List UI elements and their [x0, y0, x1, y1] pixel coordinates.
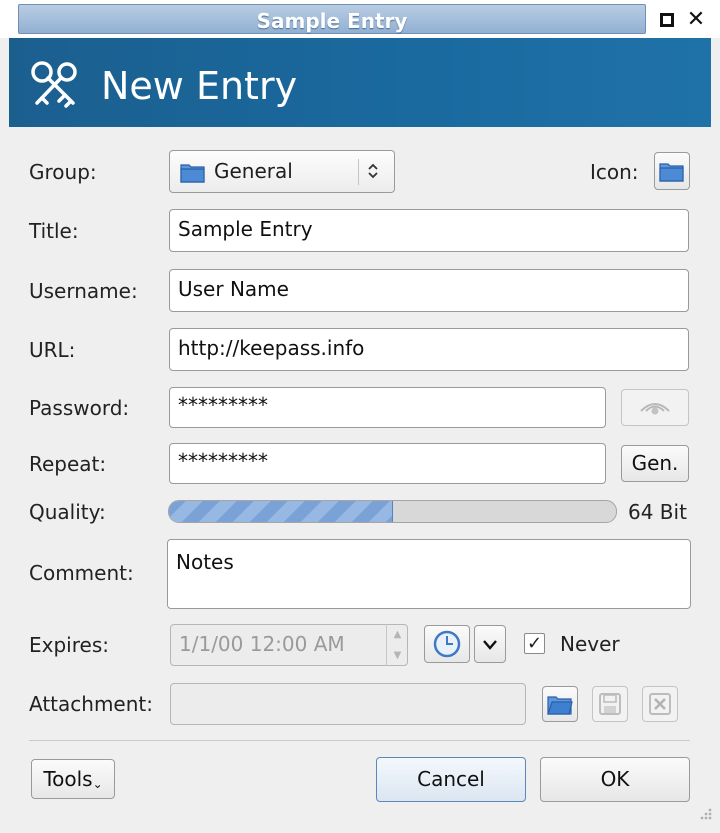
comment-label: Comment:	[29, 561, 134, 585]
chevron-down-icon	[483, 640, 497, 650]
clock-icon	[433, 630, 461, 658]
never-label: Never	[560, 632, 620, 656]
expiry-dropdown-button[interactable]	[474, 625, 506, 663]
save-icon	[599, 693, 621, 715]
delete-attachment-button[interactable]	[642, 686, 678, 722]
repeat-label: Repeat:	[29, 452, 107, 476]
password-field[interactable]: *********	[169, 387, 606, 428]
spin-up-icon[interactable]: ▲	[387, 624, 408, 645]
open-attachment-button[interactable]	[542, 686, 578, 722]
title-label: Title:	[29, 219, 79, 243]
maximize-button[interactable]	[657, 10, 677, 30]
folder-icon	[180, 164, 205, 183]
generate-password-button[interactable]: Gen.	[621, 445, 689, 482]
header-banner: New Entry	[9, 38, 711, 127]
window-title: Sample Entry	[256, 9, 408, 33]
header-title: New Entry	[101, 64, 298, 108]
title-field[interactable]: Sample Entry	[169, 209, 689, 252]
chevron-down-icon: ⌄	[92, 777, 103, 791]
group-label: Group:	[29, 160, 97, 184]
quality-bar-fill	[169, 501, 393, 522]
maximize-icon	[660, 13, 674, 27]
repeat-password-field[interactable]: *********	[169, 443, 606, 484]
comment-field[interactable]: Notes	[167, 539, 691, 609]
expiry-presets-button[interactable]	[424, 625, 470, 663]
group-value: General	[214, 159, 293, 183]
footer-separator	[29, 740, 690, 741]
username-field[interactable]: User Name	[169, 269, 689, 312]
folder-icon	[659, 163, 684, 182]
spin-down-icon[interactable]: ▼	[387, 645, 408, 666]
quality-bits: 64 Bit	[628, 500, 687, 524]
quality-label: Quality:	[29, 500, 106, 524]
attachment-label: Attachment:	[29, 692, 153, 716]
entry-dialog: Sample Entry ✕ New Entry Group: General	[0, 0, 720, 833]
username-label: Username:	[29, 279, 138, 303]
updown-arrow-icon	[368, 163, 378, 179]
tools-menu-button[interactable]: Tools⌄	[31, 759, 115, 799]
close-button[interactable]: ✕	[686, 7, 706, 32]
open-folder-icon	[547, 696, 573, 715]
checkmark-icon: ✓	[526, 633, 543, 654]
resize-grip-icon[interactable]	[694, 806, 714, 826]
close-icon: ✕	[686, 7, 706, 32]
url-field[interactable]: http://keepass.info	[169, 328, 689, 371]
url-label: URL:	[29, 338, 76, 362]
combo-separator	[358, 159, 359, 185]
icon-label: Icon:	[590, 160, 639, 184]
expires-field[interactable]: 1/1/00 12:00 AM	[170, 624, 408, 666]
attachment-field[interactable]	[170, 683, 526, 725]
title-bar-strip[interactable]: Sample Entry	[18, 4, 646, 34]
keys-icon	[31, 61, 77, 108]
password-label: Password:	[29, 396, 130, 420]
show-password-button[interactable]	[621, 389, 689, 426]
delete-icon	[649, 693, 671, 715]
quality-bar	[168, 500, 617, 523]
ok-button[interactable]: OK	[540, 757, 690, 802]
title-bar[interactable]: Sample Entry ✕	[0, 0, 720, 38]
never-expires-checkbox[interactable]: ✓	[524, 633, 545, 654]
save-attachment-button[interactable]	[592, 686, 628, 722]
icon-picker-button[interactable]	[654, 152, 690, 190]
expires-label: Expires:	[29, 633, 109, 657]
group-select[interactable]: General	[169, 150, 395, 193]
expires-spinner[interactable]: ▲ ▼	[386, 624, 408, 666]
eye-icon	[640, 403, 670, 415]
tools-label: Tools	[43, 767, 93, 791]
cancel-button[interactable]: Cancel	[376, 757, 526, 802]
